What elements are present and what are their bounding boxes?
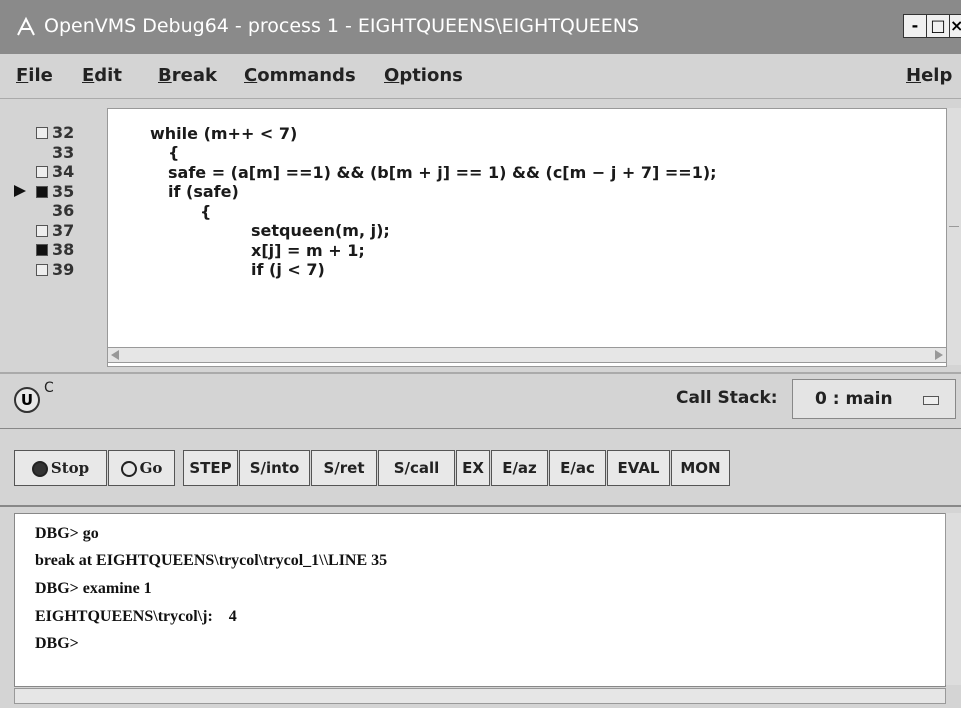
stop-label: Stop bbox=[50, 459, 90, 477]
source-line: if (j < 7) bbox=[251, 260, 325, 279]
step-return-button[interactable]: S/ret bbox=[311, 450, 377, 486]
gutter-line-38: 38 bbox=[14, 240, 108, 260]
user-mode-badge[interactable]: U bbox=[14, 387, 40, 413]
step-into-button[interactable]: S/into bbox=[239, 450, 310, 486]
go-icon bbox=[120, 461, 137, 477]
source-line: if (safe) bbox=[168, 182, 239, 201]
console-line: DBG> examine 1 bbox=[35, 580, 152, 597]
step-call-button[interactable]: S/call bbox=[378, 450, 455, 486]
line-number: 35 bbox=[52, 181, 75, 201]
line-number: 34 bbox=[52, 162, 75, 181]
console-horizontal-scrollbar[interactable] bbox=[14, 688, 946, 704]
go-button[interactable]: Go bbox=[108, 450, 175, 486]
console-prompt: DBG> bbox=[35, 635, 79, 652]
line-number: 36 bbox=[52, 201, 75, 220]
minimize-button[interactable]: - bbox=[903, 14, 927, 38]
gutter-line-39: 39 bbox=[14, 260, 108, 280]
source-line: x[j] = m + 1; bbox=[251, 241, 365, 260]
debugger-window: OpenVMS Debug64 - process 1 - EIGHTQUEEN… bbox=[0, 0, 961, 708]
source-code-view[interactable]: while (m++ < 7) { safe = (a[m] ==1) && (… bbox=[107, 108, 947, 367]
breakpoint-checkbox[interactable] bbox=[36, 244, 48, 256]
source-line: setqueen(m, j); bbox=[251, 221, 390, 240]
gutter-line-32: 32 bbox=[14, 123, 108, 143]
line-gutter: 32 33 34 35 36 37 38 39 bbox=[14, 123, 108, 279]
examine-ac-button[interactable]: E/ac bbox=[549, 450, 606, 486]
scrollbar-thumb[interactable] bbox=[949, 226, 959, 241]
call-stack-select[interactable]: 0 : main bbox=[792, 379, 956, 419]
source-horizontal-scrollbar[interactable] bbox=[107, 347, 947, 363]
source-line: while (m++ < 7) bbox=[150, 124, 298, 143]
window-title: OpenVMS Debug64 - process 1 - EIGHTQUEEN… bbox=[44, 15, 640, 37]
title-bar[interactable]: OpenVMS Debug64 - process 1 - EIGHTQUEEN… bbox=[0, 0, 961, 54]
menu-options[interactable]: Options bbox=[384, 65, 463, 86]
eval-button[interactable]: EVAL bbox=[607, 450, 670, 486]
command-toolbar: Stop Go STEP S/into S/ret S/call EX E/az… bbox=[0, 429, 961, 507]
gutter-line-33: 33 bbox=[14, 143, 108, 163]
menu-bar: File Edit Break Commands Options Help bbox=[0, 54, 961, 99]
menu-break[interactable]: Break bbox=[158, 65, 217, 86]
step-button[interactable]: STEP bbox=[183, 450, 238, 486]
breakpoint-checkbox[interactable] bbox=[36, 224, 48, 237]
gutter-line-37: 37 bbox=[14, 221, 108, 241]
menu-edit[interactable]: Edit bbox=[82, 65, 122, 86]
gutter-line-35: 35 bbox=[14, 182, 108, 202]
go-label: Go bbox=[139, 459, 163, 477]
line-number: 38 bbox=[52, 240, 75, 259]
console-vertical-scrollbar[interactable] bbox=[945, 513, 961, 685]
console-line: EIGHTQUEENS\trycol\j: 4 bbox=[35, 608, 237, 625]
status-bar: U C Call Stack: 0 : main bbox=[0, 372, 961, 430]
scroll-left-icon[interactable] bbox=[111, 350, 119, 360]
examine-az-button[interactable]: E/az bbox=[491, 450, 548, 486]
command-console[interactable]: DBG> go break at EIGHTQUEENS\trycol\tryc… bbox=[14, 513, 946, 687]
examine-button[interactable]: EX bbox=[456, 450, 490, 486]
line-number: 39 bbox=[52, 259, 75, 279]
console-line: break at EIGHTQUEENS\trycol\trycol_1\\LI… bbox=[35, 552, 388, 569]
gutter-line-36: 36 bbox=[14, 201, 108, 221]
breakpoint-checkbox[interactable] bbox=[36, 127, 48, 139]
breakpoint-checkbox[interactable] bbox=[36, 166, 48, 178]
menu-commands[interactable]: Commands bbox=[244, 65, 356, 86]
maximize-button[interactable]: □ bbox=[926, 14, 950, 38]
close-button[interactable]: × bbox=[949, 14, 961, 38]
menu-help[interactable]: Help bbox=[906, 65, 952, 86]
line-number: 33 bbox=[52, 142, 75, 162]
call-stack-label: Call Stack: bbox=[676, 388, 778, 408]
language-indicator: C bbox=[44, 380, 54, 396]
source-panel: 32 33 34 35 36 37 38 39 while (m++ < 7) … bbox=[0, 99, 961, 372]
window-menu-icon[interactable] bbox=[14, 15, 38, 39]
source-line: { bbox=[200, 202, 212, 221]
console-line: DBG> go bbox=[35, 525, 99, 542]
scroll-right-icon[interactable] bbox=[935, 350, 943, 360]
dropdown-icon[interactable] bbox=[923, 396, 939, 405]
source-line: { bbox=[168, 143, 180, 162]
stop-icon bbox=[31, 461, 48, 477]
source-line: safe = (a[m] ==1) && (b[m + j] == 1) && … bbox=[168, 163, 717, 182]
stop-button[interactable]: Stop bbox=[14, 450, 107, 486]
source-vertical-scrollbar[interactable] bbox=[946, 108, 961, 365]
call-stack-value: 0 : main bbox=[815, 389, 893, 409]
monitor-button[interactable]: MON bbox=[671, 450, 730, 486]
gutter-line-34: 34 bbox=[14, 162, 108, 182]
current-line-arrow-icon bbox=[14, 184, 26, 197]
breakpoint-checkbox[interactable] bbox=[36, 185, 48, 198]
line-number: 32 bbox=[52, 123, 75, 142]
line-number: 37 bbox=[52, 220, 75, 240]
menu-file[interactable]: File bbox=[16, 65, 53, 86]
breakpoint-checkbox[interactable] bbox=[36, 263, 48, 276]
